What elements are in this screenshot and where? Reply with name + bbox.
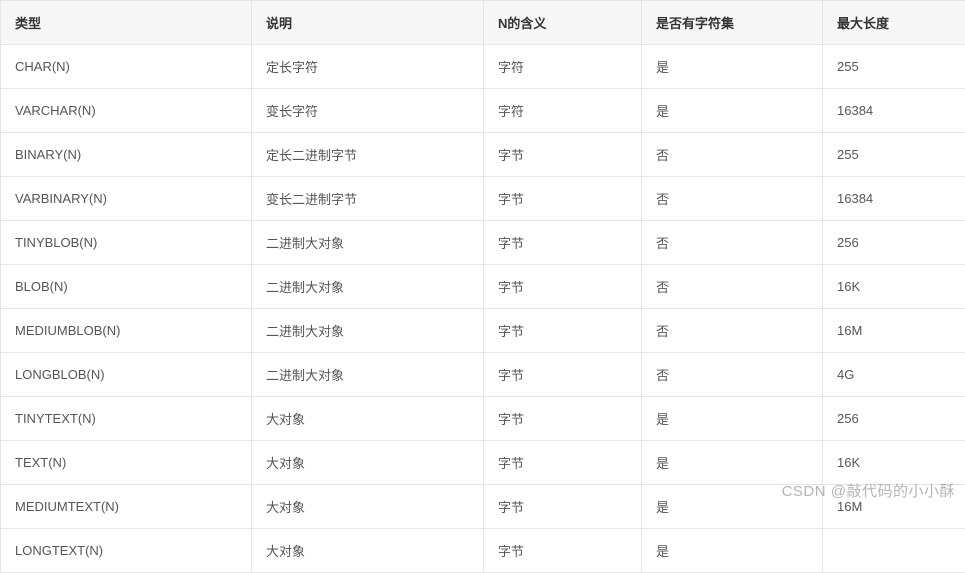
table-row: TEXT(N) 大对象 字节 是 16K: [1, 441, 965, 485]
header-has-charset: 是否有字符集: [642, 1, 823, 45]
cell-description: 大对象: [252, 529, 484, 573]
cell-max-length: 256: [823, 397, 965, 441]
table-body: CHAR(N) 定长字符 字符 是 255 VARCHAR(N) 变长字符 字符…: [1, 45, 965, 573]
cell-type: LONGTEXT(N): [1, 529, 252, 573]
cell-has-charset: 是: [642, 89, 823, 133]
cell-type: TINYTEXT(N): [1, 397, 252, 441]
cell-has-charset: 否: [642, 133, 823, 177]
cell-n-meaning: 字节: [484, 529, 642, 573]
cell-type: TINYBLOB(N): [1, 221, 252, 265]
cell-description: 二进制大对象: [252, 309, 484, 353]
cell-description: 定长字符: [252, 45, 484, 89]
cell-has-charset: 否: [642, 309, 823, 353]
table-row: LONGBLOB(N) 二进制大对象 字节 否 4G: [1, 353, 965, 397]
table-header: 类型 说明 N的含义 是否有字符集 最大长度: [1, 1, 965, 45]
cell-has-charset: 否: [642, 265, 823, 309]
cell-description: 二进制大对象: [252, 221, 484, 265]
cell-max-length: 16384: [823, 89, 965, 133]
cell-type: CHAR(N): [1, 45, 252, 89]
cell-description: 二进制大对象: [252, 265, 484, 309]
table-row: VARBINARY(N) 变长二进制字节 字节 否 16384: [1, 177, 965, 221]
cell-type: VARBINARY(N): [1, 177, 252, 221]
cell-type: LONGBLOB(N): [1, 353, 252, 397]
cell-has-charset: 是: [642, 529, 823, 573]
cell-n-meaning: 字节: [484, 397, 642, 441]
cell-has-charset: 否: [642, 177, 823, 221]
table-row: VARCHAR(N) 变长字符 字符 是 16384: [1, 89, 965, 133]
header-type: 类型: [1, 1, 252, 45]
cell-max-length: 16K: [823, 265, 965, 309]
cell-n-meaning: 字节: [484, 441, 642, 485]
table-header-row: 类型 说明 N的含义 是否有字符集 最大长度: [1, 1, 965, 45]
cell-has-charset: 否: [642, 353, 823, 397]
table-row: BLOB(N) 二进制大对象 字节 否 16K: [1, 265, 965, 309]
data-types-table: 类型 说明 N的含义 是否有字符集 最大长度 CHAR(N) 定长字符 字符 是…: [0, 0, 965, 573]
cell-description: 大对象: [252, 441, 484, 485]
table-row: TINYBLOB(N) 二进制大对象 字节 否 256: [1, 221, 965, 265]
cell-description: 定长二进制字节: [252, 133, 484, 177]
cell-description: 二进制大对象: [252, 353, 484, 397]
cell-max-length: 4G: [823, 353, 965, 397]
header-description: 说明: [252, 1, 484, 45]
cell-has-charset: 是: [642, 441, 823, 485]
cell-max-length: 16M: [823, 309, 965, 353]
header-max-length: 最大长度: [823, 1, 965, 45]
cell-type: VARCHAR(N): [1, 89, 252, 133]
cell-type: BINARY(N): [1, 133, 252, 177]
table-row: MEDIUMBLOB(N) 二进制大对象 字节 否 16M: [1, 309, 965, 353]
cell-max-length: 16384: [823, 177, 965, 221]
cell-has-charset: 是: [642, 397, 823, 441]
cell-type: TEXT(N): [1, 441, 252, 485]
cell-max-length: 255: [823, 133, 965, 177]
cell-n-meaning: 字节: [484, 177, 642, 221]
cell-max-length: [823, 529, 965, 573]
header-n-meaning: N的含义: [484, 1, 642, 45]
table-row: TINYTEXT(N) 大对象 字节 是 256: [1, 397, 965, 441]
cell-has-charset: 是: [642, 45, 823, 89]
cell-description: 大对象: [252, 397, 484, 441]
cell-n-meaning: 字符: [484, 45, 642, 89]
table-row: CHAR(N) 定长字符 字符 是 255: [1, 45, 965, 89]
cell-max-length: 255: [823, 45, 965, 89]
cell-type: MEDIUMBLOB(N): [1, 309, 252, 353]
cell-n-meaning: 字符: [484, 89, 642, 133]
cell-n-meaning: 字节: [484, 309, 642, 353]
cell-n-meaning: 字节: [484, 265, 642, 309]
cell-n-meaning: 字节: [484, 221, 642, 265]
cell-has-charset: 否: [642, 221, 823, 265]
cell-description: 变长字符: [252, 89, 484, 133]
cell-n-meaning: 字节: [484, 353, 642, 397]
cell-max-length: 256: [823, 221, 965, 265]
cell-description: 变长二进制字节: [252, 177, 484, 221]
cell-n-meaning: 字节: [484, 133, 642, 177]
cell-type: BLOB(N): [1, 265, 252, 309]
cell-max-length: 16K: [823, 441, 965, 485]
table-row: BINARY(N) 定长二进制字节 字节 否 255: [1, 133, 965, 177]
table-row: LONGTEXT(N) 大对象 字节 是: [1, 529, 965, 573]
